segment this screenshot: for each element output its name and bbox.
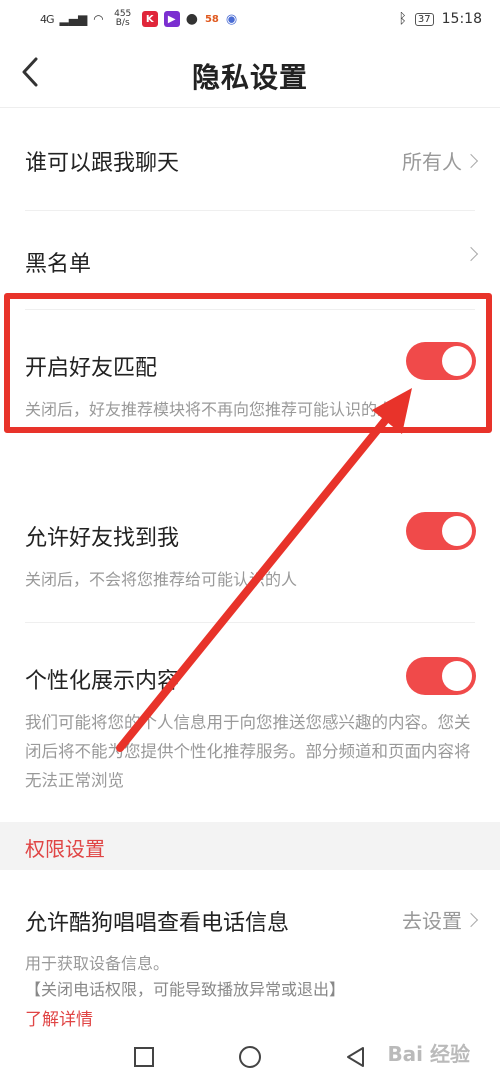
personalized-description: 我们可能将您的个人信息用于向您推送您感兴趣的内容。您关闭后将不能为您提供个性化推… — [25, 713, 471, 790]
permissions-section-header: 权限设置 — [0, 822, 500, 870]
blacklist-row[interactable]: 黑名单 — [0, 211, 500, 309]
clock: 15:18 — [441, 11, 482, 27]
personalized-label: 个性化展示内容 — [25, 669, 180, 694]
qq-icon: ● — [185, 11, 198, 27]
app-icon-k: K — [141, 11, 158, 27]
personalized-row: 个性化展示内容 我们可能将您的个人信息用于向您推送您感兴趣的内容。您关闭后将不能… — [0, 623, 500, 821]
signal-bars-icon: ▂▄▆ — [59, 12, 88, 26]
app-icon-video: ▶ — [163, 11, 180, 27]
home-button[interactable] — [237, 1044, 263, 1070]
music-icon: ◉ — [225, 11, 238, 27]
blacklist-label: 黑名单 — [25, 252, 92, 277]
triangle-back-icon — [347, 1047, 364, 1067]
phone-permission-desc-line1: 用于获取设备信息。 — [25, 954, 170, 973]
wifi-icon: ◠ — [93, 12, 104, 26]
app-icon-58: 58 — [203, 11, 220, 27]
chat-permission-value-wrap: 所有人 — [402, 146, 479, 175]
chevron-right-icon — [463, 153, 479, 168]
friend-match-row: 开启好友匹配 关闭后，好友推荐模块将不再向您推荐可能认识的人 — [0, 310, 500, 460]
find-me-label: 允许好友找到我 — [25, 526, 180, 551]
chat-permission-value: 所有人 — [402, 150, 462, 174]
signal-icon: 4G — [40, 12, 54, 26]
square-icon — [134, 1047, 154, 1067]
page-title: 隐私设置 — [191, 61, 308, 94]
circle-icon — [239, 1046, 261, 1068]
recent-apps-button[interactable] — [131, 1044, 157, 1070]
personalized-toggle[interactable] — [406, 657, 476, 695]
page-header: 隐私设置 — [0, 38, 500, 108]
chevron-right-icon — [463, 246, 479, 262]
battery-icon: 37 — [414, 12, 434, 26]
friend-match-label: 开启好友匹配 — [25, 356, 158, 381]
status-bar: 4G ▂▄▆ ◠ 455 B/s K ▶ ● 58 ◉ ᛒ 37 15:18 — [0, 0, 500, 38]
friend-match-toggle[interactable] — [406, 342, 476, 380]
find-me-description: 关闭后，不会将您推荐给可能认识的人 — [25, 570, 298, 589]
find-me-toggle[interactable] — [406, 512, 476, 550]
back-nav-button[interactable] — [343, 1044, 369, 1070]
phone-permission-value: 去设置 — [402, 909, 462, 933]
chat-permission-label: 谁可以跟我聊天 — [25, 151, 180, 176]
phone-permission-label: 允许酷狗唱唱查看电话信息 — [25, 911, 290, 936]
phone-permission-value-wrap: 去设置 — [402, 905, 479, 934]
bluetooth-icon: ᛒ — [398, 11, 407, 27]
chevron-right-icon — [463, 912, 479, 927]
find-me-row: 允许好友找到我 关闭后，不会将您推荐给可能认识的人 — [0, 480, 500, 620]
phone-permission-desc-line2: 【关闭电话权限，可能导致播放异常或退出】 — [25, 980, 346, 999]
toggle-knob — [442, 661, 472, 691]
chat-permission-row[interactable]: 谁可以跟我聊天 所有人 — [0, 108, 500, 210]
learn-more-link[interactable]: 了解详情 — [25, 1005, 93, 1030]
toggle-knob — [442, 346, 472, 376]
net-speed: 455 B/s — [114, 9, 132, 28]
system-nav-bar: Bai 经验 — [0, 1030, 500, 1084]
permissions-section-title: 权限设置 — [25, 837, 105, 861]
toggle-knob — [442, 516, 472, 546]
blacklist-chevron-wrap — [463, 246, 479, 262]
watermark: Bai 经验 — [387, 1042, 470, 1066]
friend-match-description: 关闭后，好友推荐模块将不再向您推荐可能认识的人 — [25, 400, 394, 419]
